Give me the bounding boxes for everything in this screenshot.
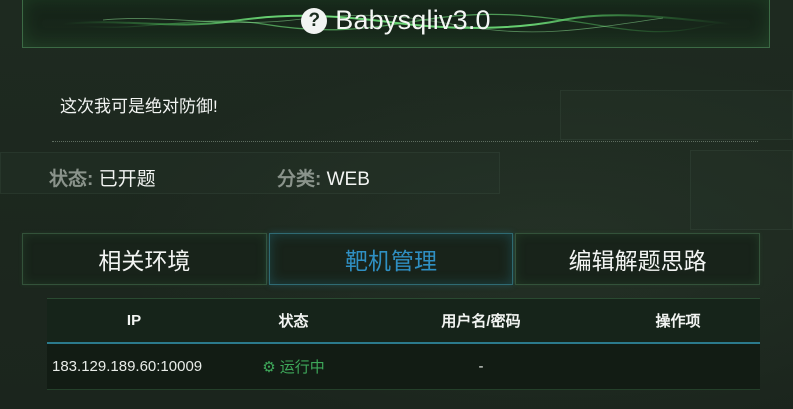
challenge-header: ? Babysqliv3.0 (22, 0, 770, 48)
cell-ip[interactable]: 183.129.189.60:10009 (47, 358, 221, 375)
table-header: IP 状态 用户名/密码 操作项 (47, 298, 760, 344)
status-label: 状态: (49, 169, 94, 190)
gear-icon: ⚙ (262, 358, 276, 376)
challenge-title: Babysqliv3.0 (335, 5, 491, 35)
divider (52, 141, 758, 142)
category-value: WEB (326, 169, 370, 190)
tab-target-management[interactable]: 靶机管理 (268, 233, 514, 285)
category-label: 分类: (277, 169, 322, 190)
question-circle-icon: ? (301, 7, 328, 34)
cell-status: ⚙ 运行中 (221, 356, 366, 377)
cell-credentials: - (478, 358, 484, 375)
column-header-ip: IP (126, 312, 142, 329)
tab-edit-writeup[interactable]: 编辑解题思路 (515, 233, 761, 285)
column-header-actions: 操作项 (655, 313, 701, 330)
status-text: 运行中 (279, 359, 325, 376)
status-running: ⚙ 运行中 (262, 356, 324, 377)
background-panel (690, 150, 793, 230)
category-field: 分类: WEB (277, 164, 370, 191)
background-panel (560, 90, 793, 140)
status-value: 已开题 (98, 169, 156, 190)
challenge-description: 这次我可是绝对防御! (60, 97, 218, 116)
column-header-status: 状态 (278, 313, 309, 330)
status-field: 状态: 已开题 (49, 164, 156, 191)
target-table: IP 状态 用户名/密码 操作项 183.129.189.60:10009 ⚙ … (47, 298, 760, 390)
tab-environment[interactable]: 相关环境 (22, 233, 267, 285)
tab-bar: 相关环境 靶机管理 编辑解题思路 (22, 233, 761, 285)
title-group: ? Babysqliv3.0 (301, 5, 491, 36)
column-header-credentials: 用户名/密码 (441, 313, 521, 330)
table-row: 183.129.189.60:10009 ⚙ 运行中 - (47, 344, 760, 390)
